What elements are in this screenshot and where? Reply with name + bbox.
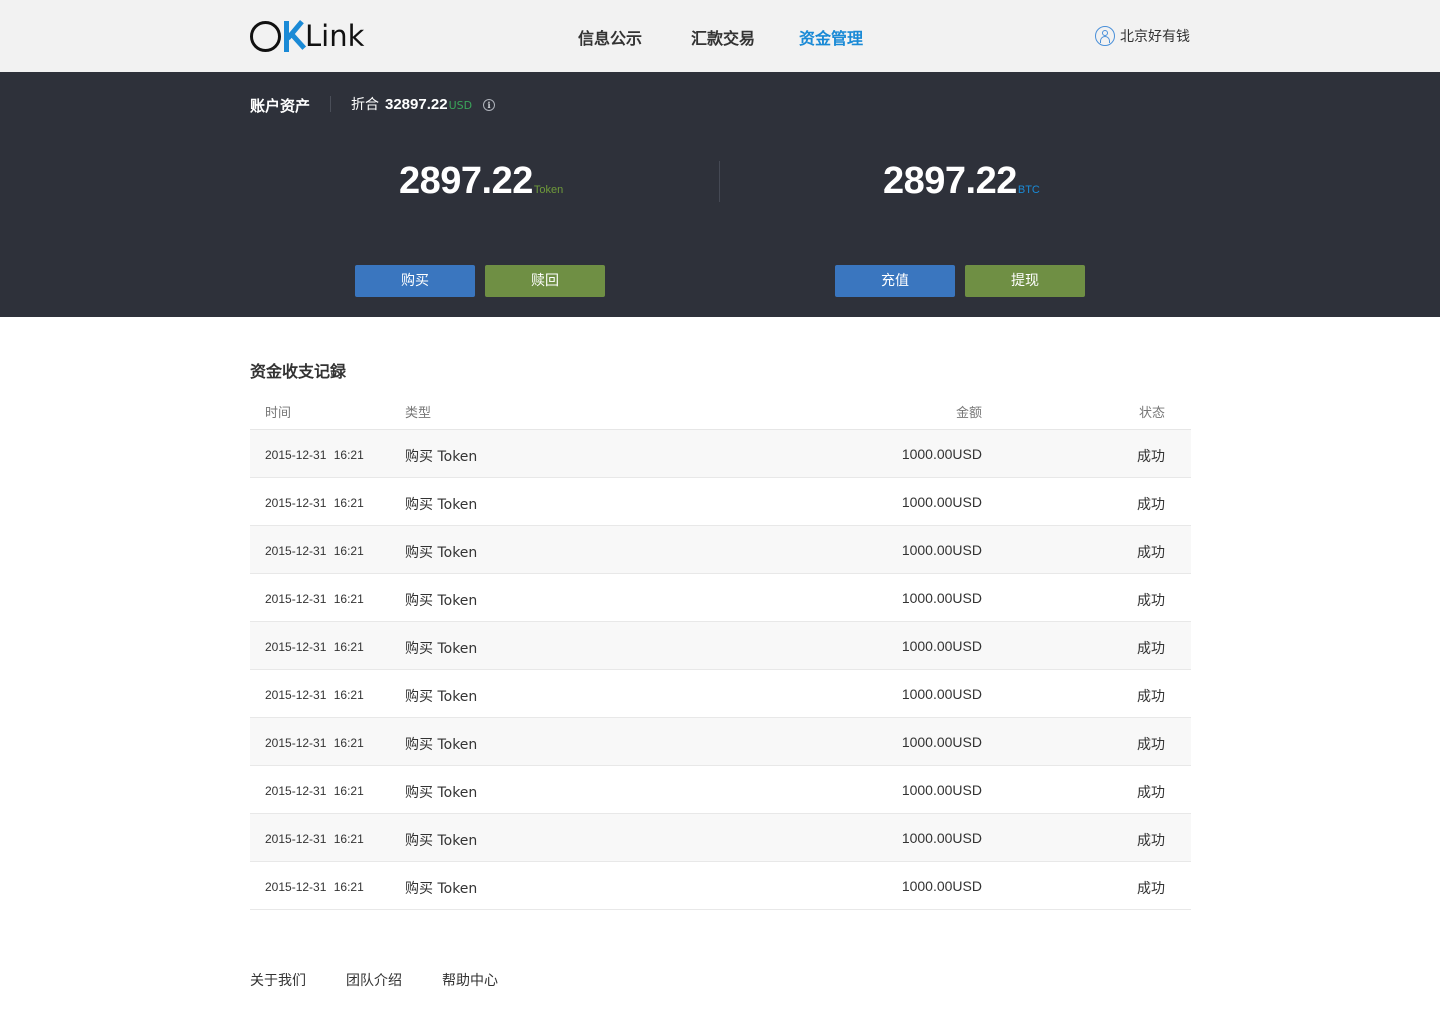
table-row: 2015-12-31 16:21 购买 Token 1000.00USD 成功 bbox=[250, 862, 1191, 910]
assets-total: 折合 32897.22 USD bbox=[351, 94, 472, 114]
table-row: 2015-12-31 16:21 购买 Token 1000.00USD 成功 bbox=[250, 478, 1191, 526]
cell-time: 2015-12-31 16:21 bbox=[265, 784, 364, 798]
table-row: 2015-12-31 16:21 购买 Token 1000.00USD 成功 bbox=[250, 718, 1191, 766]
records-title: 资金收支记録 bbox=[250, 362, 347, 381]
account-assets-panel: 账户资产 折合 32897.22 USD i 2897.22 Token 289… bbox=[0, 72, 1440, 317]
cell-type: 购买 Token bbox=[405, 833, 478, 849]
cell-amount: 1000.00USD bbox=[901, 446, 982, 462]
token-balance-unit: Token bbox=[533, 184, 564, 196]
footer-link-team[interactable]: 团队介绍 bbox=[346, 970, 402, 990]
cell-status: 成功 bbox=[1137, 737, 1165, 753]
cell-amount: 1000.00USD bbox=[901, 638, 982, 654]
cell-amount: 1000.00USD bbox=[901, 734, 982, 750]
table-header: 时间 类型 金额 状态 bbox=[250, 390, 1191, 430]
cell-time: 2015-12-31 16:21 bbox=[265, 832, 364, 846]
divider bbox=[330, 96, 331, 112]
cell-type: 购买 Token bbox=[405, 881, 478, 897]
column-header-type: 类型 bbox=[405, 406, 432, 421]
deposit-button[interactable]: 充值 bbox=[835, 265, 955, 297]
column-header-status: 状态 bbox=[1138, 406, 1165, 421]
logo-k-mark bbox=[282, 19, 307, 53]
cell-time: 2015-12-31 16:21 bbox=[265, 688, 364, 702]
total-label: 折合 bbox=[351, 97, 379, 113]
user-menu[interactable]: 北京好有钱 bbox=[1095, 24, 1190, 48]
cell-type: 购买 Token bbox=[405, 593, 478, 609]
cell-time: 2015-12-31 16:21 bbox=[265, 592, 364, 606]
cell-time: 2015-12-31 16:21 bbox=[265, 640, 364, 654]
withdraw-button[interactable]: 提现 bbox=[965, 265, 1085, 297]
cell-amount: 1000.00USD bbox=[901, 590, 982, 606]
buy-button[interactable]: 购买 bbox=[355, 265, 475, 297]
cell-status: 成功 bbox=[1137, 641, 1165, 657]
cell-type: 购买 Token bbox=[405, 689, 478, 705]
nav-info-disclosure[interactable]: 信息公示 bbox=[578, 25, 642, 49]
footer: 关于我们 团队介绍 帮助中心 bbox=[250, 970, 538, 990]
cell-time: 2015-12-31 16:21 bbox=[265, 448, 364, 462]
table-row: 2015-12-31 16:21 购买 Token 1000.00USD 成功 bbox=[250, 670, 1191, 718]
info-icon[interactable]: i bbox=[483, 99, 495, 111]
btc-balance-unit: BTC bbox=[1017, 184, 1040, 196]
cell-status: 成功 bbox=[1137, 689, 1165, 705]
cell-time: 2015-12-31 16:21 bbox=[265, 496, 364, 510]
cell-amount: 1000.00USD bbox=[901, 782, 982, 798]
cell-type: 购买 Token bbox=[405, 497, 478, 513]
user-avatar-icon bbox=[1095, 26, 1115, 46]
redeem-button[interactable]: 赎回 bbox=[485, 265, 605, 297]
cell-type: 购买 Token bbox=[405, 785, 478, 801]
cell-time: 2015-12-31 16:21 bbox=[265, 544, 364, 558]
cell-time: 2015-12-31 16:21 bbox=[265, 736, 364, 750]
logo-o-mark bbox=[250, 20, 281, 52]
table-row: 2015-12-31 16:21 购买 Token 1000.00USD 成功 bbox=[250, 574, 1191, 622]
cell-status: 成功 bbox=[1137, 785, 1165, 801]
user-name: 北京好有钱 bbox=[1120, 29, 1190, 45]
column-header-amount: 金额 bbox=[955, 406, 982, 421]
cell-type: 购买 Token bbox=[405, 737, 478, 753]
cell-amount: 1000.00USD bbox=[901, 878, 982, 894]
table-row: 2015-12-31 16:21 购买 Token 1000.00USD 成功 bbox=[250, 622, 1191, 670]
table-row: 2015-12-31 16:21 购买 Token 1000.00USD 成功 bbox=[250, 526, 1191, 574]
cell-amount: 1000.00USD bbox=[901, 494, 982, 510]
token-balance-value: 2897.22 bbox=[399, 160, 533, 202]
table-row: 2015-12-31 16:21 购买 Token 1000.00USD 成功 bbox=[250, 766, 1191, 814]
btc-balance: 2897.22 BTC bbox=[883, 160, 1040, 203]
table-row: 2015-12-31 16:21 购买 Token 1000.00USD 成功 bbox=[250, 430, 1191, 478]
footer-link-help[interactable]: 帮助中心 bbox=[442, 970, 498, 990]
cell-status: 成功 bbox=[1137, 881, 1165, 897]
cell-time: 2015-12-31 16:21 bbox=[265, 880, 364, 894]
token-balance: 2897.22 Token bbox=[399, 160, 563, 203]
cell-amount: 1000.00USD bbox=[901, 686, 982, 702]
btc-balance-value: 2897.22 bbox=[883, 160, 1017, 202]
nav-fund-management[interactable]: 资金管理 bbox=[799, 25, 863, 49]
oklink-logo[interactable]: Link bbox=[250, 17, 364, 55]
cell-status: 成功 bbox=[1137, 497, 1165, 513]
cell-amount: 1000.00USD bbox=[901, 542, 982, 558]
cell-status: 成功 bbox=[1137, 593, 1165, 609]
cell-amount: 1000.00USD bbox=[901, 830, 982, 846]
table-row: 2015-12-31 16:21 购买 Token 1000.00USD 成功 bbox=[250, 814, 1191, 862]
records-table: 时间 类型 金额 状态 2015-12-31 16:21 购买 Token 1000… bbox=[250, 390, 1191, 910]
cell-status: 成功 bbox=[1137, 545, 1165, 561]
top-header: Link 信息公示 汇款交易 资金管理 北京好有钱 bbox=[0, 0, 1440, 72]
logo-text: Link bbox=[305, 19, 365, 53]
cell-status: 成功 bbox=[1137, 449, 1165, 465]
table-body: 2015-12-31 16:21 购买 Token 1000.00USD 成功 2015… bbox=[250, 430, 1191, 910]
total-unit: USD bbox=[448, 99, 473, 112]
assets-title: 账户资产 bbox=[250, 97, 311, 115]
cell-type: 购买 Token bbox=[405, 641, 478, 657]
cell-type: 购买 Token bbox=[405, 545, 478, 561]
balance-divider bbox=[719, 161, 720, 202]
column-header-time: 时间 bbox=[265, 406, 292, 421]
cell-type: 购买 Token bbox=[405, 449, 478, 465]
total-value: 32897.22 bbox=[385, 96, 448, 113]
nav-remittance[interactable]: 汇款交易 bbox=[691, 25, 755, 49]
footer-link-about[interactable]: 关于我们 bbox=[250, 970, 306, 990]
cell-status: 成功 bbox=[1137, 833, 1165, 849]
